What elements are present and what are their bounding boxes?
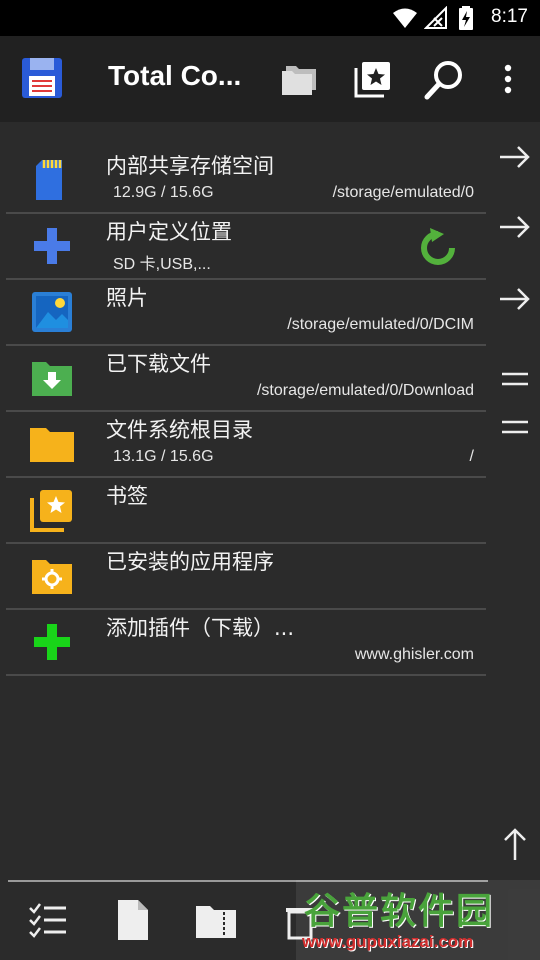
no-signal-icon [424, 6, 447, 29]
refresh-icon[interactable] [416, 226, 460, 270]
arrow-up-icon[interactable] [498, 826, 532, 862]
arrow-right-icon[interactable] [498, 284, 532, 314]
watermark-title: 谷普软件园 [304, 891, 495, 932]
equal-icon[interactable] [498, 364, 532, 394]
status-bar: 8:17 [0, 0, 540, 36]
item-name: 已下载文件 [106, 352, 211, 376]
add-blue-icon [34, 228, 70, 264]
new-file-icon[interactable] [110, 898, 154, 942]
apps-folder-icon [32, 560, 72, 594]
select-list-icon[interactable] [26, 898, 70, 942]
bookmark-folder-icon [30, 490, 72, 532]
item-name: 照片 [106, 286, 148, 310]
item-url: www.ghisler.com [354, 646, 474, 663]
save-disk-icon[interactable] [20, 56, 64, 100]
watermark-url: www.gupuxiazai.com [302, 932, 474, 951]
status-time: 8:17 [491, 6, 528, 27]
item-path: / [469, 448, 474, 465]
list-item-downloads[interactable]: 已下载文件 /storage/emulated/0/Download [6, 346, 486, 412]
arrow-right-icon[interactable] [498, 212, 532, 242]
list-item-photos[interactable]: 照片 /storage/emulated/0/DCIM [6, 280, 486, 346]
more-options-icon[interactable] [486, 58, 530, 102]
item-path: /storage/emulated/0 [332, 184, 474, 201]
list-item-internal-storage[interactable]: 内部共享存储空间 12.9G / 15.6G /storage/emulated… [6, 148, 486, 214]
arrow-right-icon[interactable] [498, 142, 532, 172]
watermark: 谷普软件园 www.gupuxiazai.com [296, 880, 540, 960]
item-name: 添加插件（下载）... [106, 616, 295, 640]
item-name: 文件系统根目录 [106, 418, 253, 442]
battery-charging-icon [459, 6, 473, 30]
location-list: 内部共享存储空间 12.9G / 15.6G /storage/emulated… [6, 148, 486, 676]
list-item-root[interactable]: 文件系统根目录 13.1G / 15.6G / [6, 412, 486, 478]
item-name: 已安装的应用程序 [106, 550, 274, 574]
app-title: Total Co... [108, 60, 242, 91]
wifi-icon [393, 8, 417, 28]
item-name: 内部共享存储空间 [106, 154, 274, 178]
item-name: 用户定义位置 [106, 220, 232, 244]
sd-card-icon [36, 160, 62, 200]
list-item-bookmarks[interactable]: 书签 [6, 478, 486, 544]
folders-icon[interactable] [278, 58, 322, 102]
item-path: /storage/emulated/0/DCIM [287, 316, 474, 333]
archive-folder-icon[interactable] [194, 898, 238, 942]
add-green-icon [34, 624, 70, 660]
download-folder-icon [32, 362, 72, 396]
item-size: 12.9G / 15.6G [113, 184, 214, 201]
item-name: 书签 [106, 484, 148, 508]
equal-icon[interactable] [498, 412, 532, 442]
item-path: /storage/emulated/0/Download [256, 382, 474, 399]
list-item-custom-locations[interactable]: 用户定义位置 SD 卡,USB,... [6, 214, 486, 280]
list-item-installed-apps[interactable]: 已安装的应用程序 [6, 544, 486, 610]
item-subtitle: SD 卡,USB,... [113, 256, 211, 273]
list-item-add-plugins[interactable]: 添加插件（下载）... www.ghisler.com [6, 610, 486, 676]
item-size: 13.1G / 15.6G [113, 448, 214, 465]
folder-icon [30, 428, 74, 462]
search-icon[interactable] [422, 58, 466, 102]
photo-icon [32, 292, 72, 332]
bookmarks-icon[interactable] [352, 58, 396, 102]
app-bar: Total Co... [0, 36, 540, 122]
